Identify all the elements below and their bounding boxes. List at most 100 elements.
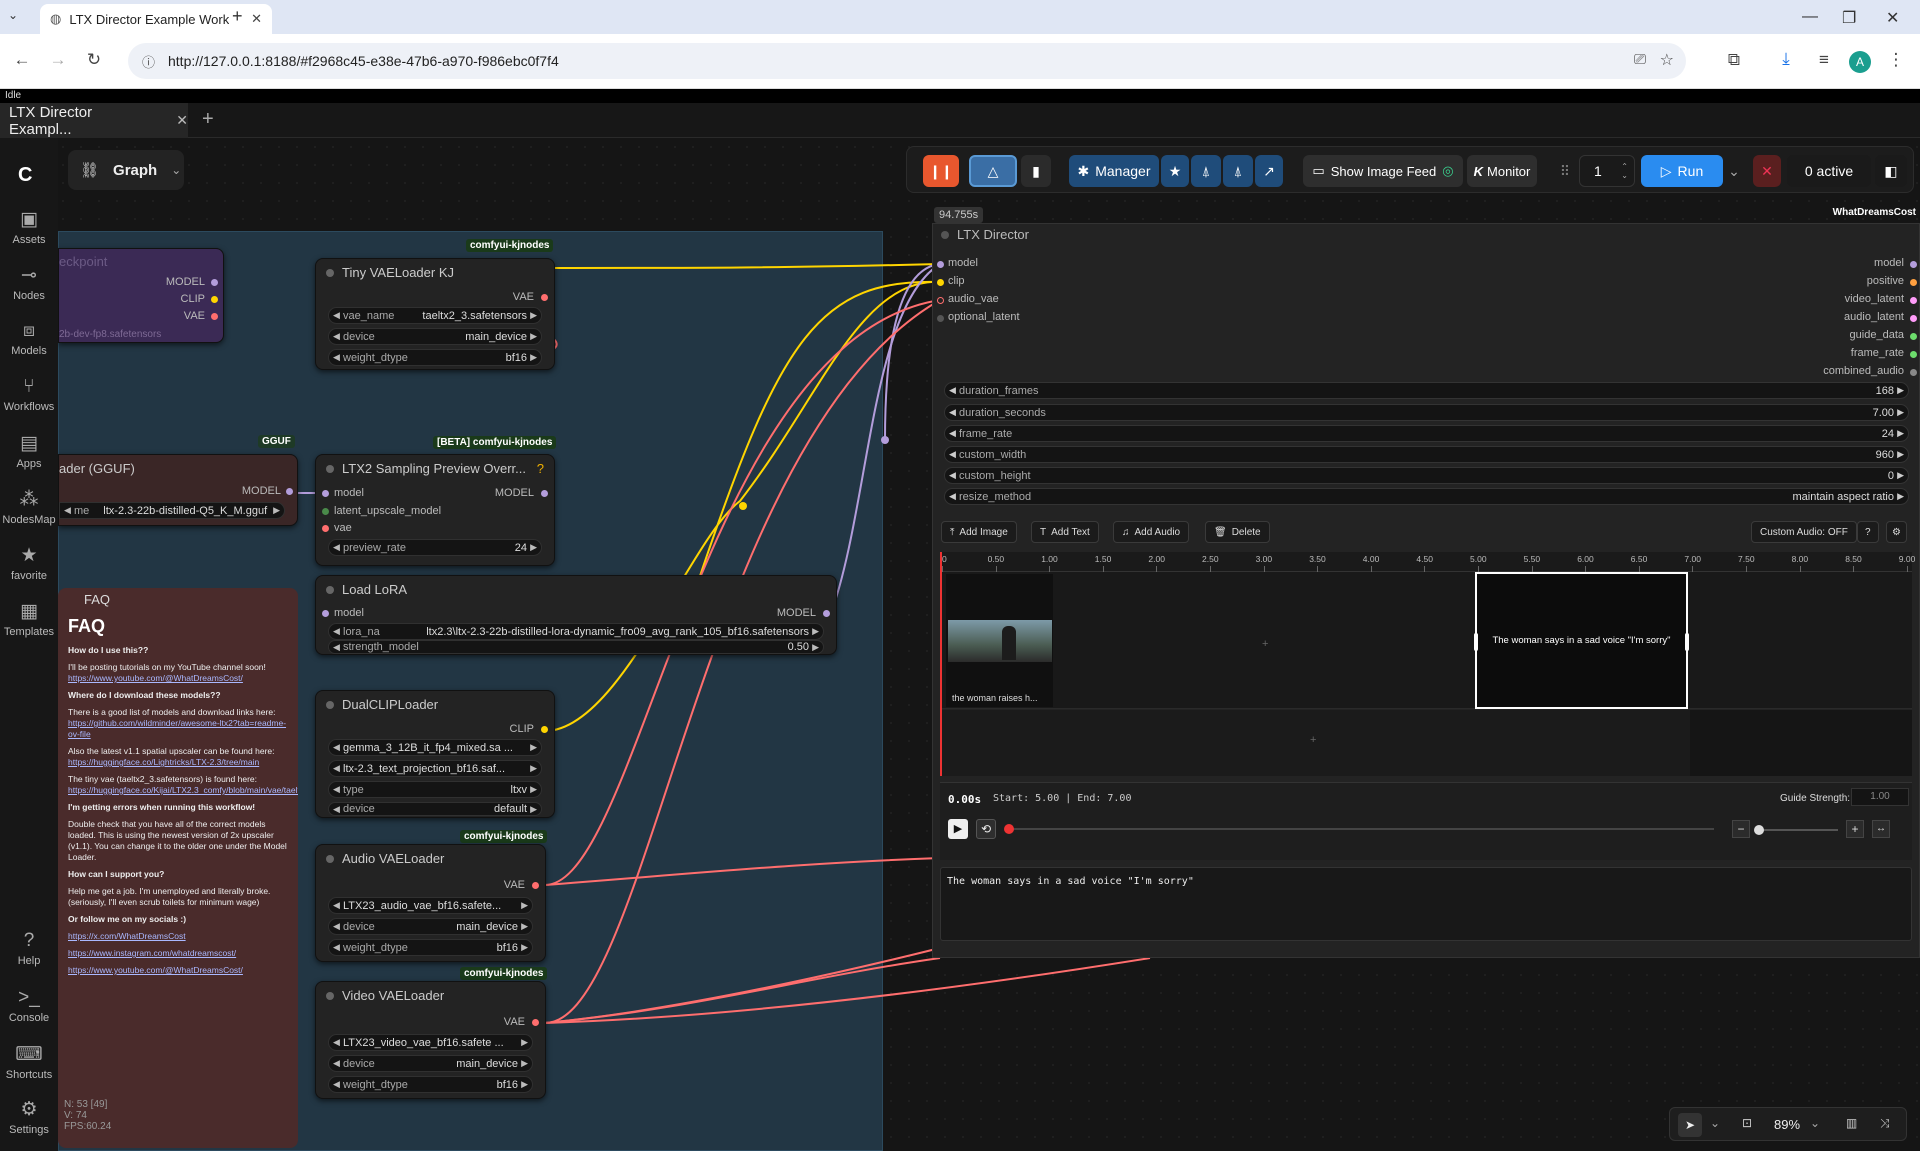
add-image-button[interactable]: ⤒ Add Image: [941, 521, 1017, 543]
restore-icon[interactable]: ❐: [1842, 8, 1856, 28]
zoom-level[interactable]: 89%: [1774, 1117, 1800, 1132]
device-widget[interactable]: devicemain_device: [328, 918, 533, 935]
bookmark-star-icon[interactable]: ☆: [1660, 50, 1674, 70]
close-icon[interactable]: ✕: [176, 112, 188, 129]
frame-rate-widget[interactable]: frame_rate24: [944, 425, 1909, 442]
zoom-out-button[interactable]: −: [1732, 820, 1750, 838]
run-button[interactable]: ▷ Run: [1641, 155, 1723, 187]
sidebar-item-apps[interactable]: ▤ Apps: [0, 432, 58, 470]
type-widget[interactable]: typeltxv: [328, 781, 542, 798]
load-lora-node[interactable]: Load LoRA model MODEL lora_naltx2.3\ltx-…: [315, 575, 837, 655]
scrub-bar[interactable]: [1008, 828, 1714, 830]
vae-output-slot[interactable]: [541, 294, 548, 301]
loop-icon[interactable]: ⟲: [976, 819, 996, 839]
audio-track[interactable]: +: [940, 710, 1912, 776]
model-output-slot[interactable]: [1910, 261, 1917, 268]
cancel-icon[interactable]: ✕: [1753, 155, 1781, 187]
new-tab-button[interactable]: +: [232, 6, 243, 27]
ltx-director-node[interactable]: LTX Director model clip audio_vae option…: [932, 223, 1920, 958]
tool-icon-2[interactable]: ⍋: [1223, 155, 1253, 187]
stepper-icon[interactable]: ⌃ ⌄: [1621, 162, 1628, 180]
play-button[interactable]: ▶: [948, 819, 968, 839]
collapse-dot[interactable]: [941, 231, 949, 239]
weight-dtype-widget[interactable]: weight_dtypebf16: [328, 1076, 533, 1093]
duration-seconds-widget[interactable]: duration_seconds7.00: [944, 404, 1909, 421]
gguf-model-slot[interactable]: [286, 488, 293, 495]
sidebar-item-workflows[interactable]: ⑂ Workflows: [0, 376, 58, 413]
video-vaeloader-node[interactable]: Video VAELoader VAE LTX23_video_vae_bf16…: [315, 981, 546, 1099]
tool-icon-1[interactable]: ⍋: [1191, 155, 1221, 187]
lora-name-widget[interactable]: lora_naltx2.3\ltx-2.3-22b-distilled-lora…: [328, 623, 824, 640]
scrub-handle[interactable]: [1004, 824, 1014, 834]
latent-input-slot[interactable]: [937, 315, 944, 322]
image-clip[interactable]: the woman raises h...: [946, 574, 1053, 707]
weight-dtype-widget[interactable]: weight_dtypebf16: [328, 349, 542, 366]
faq-link[interactable]: https://huggingface.co/Kijai/LTX2.3_comf…: [68, 785, 298, 795]
faq-link[interactable]: https://www.youtube.com/@WhatDreamsCost/: [68, 673, 243, 683]
sidebar-item-assets[interactable]: ▣ Assets: [0, 208, 58, 246]
audio-vae-name-widget[interactable]: LTX23_audio_vae_bf16.safete...: [328, 897, 533, 914]
add-workflow-button[interactable]: +: [202, 108, 214, 131]
minimize-icon[interactable]: —: [1802, 8, 1818, 26]
add-audio-icon[interactable]: +: [1310, 734, 1316, 746]
hide-links-icon[interactable]: ⤨: [1880, 1116, 1890, 1131]
sidebar-item-favorite[interactable]: ★ favorite: [0, 544, 58, 582]
sidebar-item-nodes[interactable]: ⊸ Nodes: [0, 264, 58, 302]
gguf-loader-node[interactable]: ader (GGUF) MODEL meltx-2.3-22b-distille…: [58, 454, 298, 526]
combined-audio-output-slot[interactable]: [1910, 369, 1917, 376]
prompt-textarea[interactable]: The woman says in a sad voice "I'm sorry…: [940, 867, 1912, 941]
device-widget[interactable]: devicemain_device: [328, 328, 542, 345]
custom-width-widget[interactable]: custom_width960: [944, 446, 1909, 463]
sidebar-item-models[interactable]: ⧈ Models: [0, 320, 58, 357]
add-text-button[interactable]: T Add Text: [1031, 521, 1099, 543]
video-latent-output-slot[interactable]: [1910, 297, 1917, 304]
custom-audio-toggle[interactable]: Custom Audio: OFF: [1751, 521, 1857, 543]
faq-note[interactable]: FAQ FAQ How do I use this?? I'll be post…: [58, 588, 298, 1148]
vae-input-slot[interactable]: [322, 525, 329, 532]
settings-gear-icon[interactable]: ⚙: [1886, 521, 1907, 543]
zoom-in-button[interactable]: +: [1846, 820, 1864, 838]
chevron-down-icon[interactable]: ⌄: [1810, 1116, 1820, 1130]
reload-icon[interactable]: ↻: [82, 50, 106, 70]
monitor-button[interactable]: K Monitor: [1467, 155, 1537, 187]
video-vae-name-widget[interactable]: LTX23_video_vae_bf16.safete ...: [328, 1034, 533, 1051]
faq-link[interactable]: https://x.com/WhatDreamsCost: [68, 931, 186, 941]
model-output-slot[interactable]: [823, 610, 830, 617]
frame-rate-output-slot[interactable]: [1910, 351, 1917, 358]
model-input-slot[interactable]: [322, 610, 329, 617]
sidebar-item-nodesmap[interactable]: ⁂ NodesMap: [0, 488, 58, 526]
audio-vaeloader-node[interactable]: Audio VAELoader VAE LTX23_audio_vae_bf16…: [315, 844, 546, 962]
clip-name2-widget[interactable]: ltx-2.3_text_projection_bf16.saf...: [328, 760, 542, 777]
add-keyframe-icon[interactable]: +: [1262, 638, 1268, 650]
minimap-icon[interactable]: ▥: [1846, 1116, 1857, 1130]
clip-resize-handle-right[interactable]: [1685, 633, 1689, 651]
vae-output-slot[interactable]: [532, 882, 539, 889]
audio-latent-output-slot[interactable]: [1910, 315, 1917, 322]
menu-icon[interactable]: ⋮: [1884, 50, 1908, 70]
model-input-slot[interactable]: [937, 261, 944, 268]
ltx-icon[interactable]: △: [969, 155, 1017, 187]
star-icon[interactable]: ★: [1161, 155, 1189, 187]
help-icon[interactable]: ?: [537, 461, 544, 476]
resize-method-widget[interactable]: resize_methodmaintain aspect ratio: [944, 488, 1909, 505]
timeline-ruler[interactable]: 0 0.50 1.00 1.50 2.00 2.50 3.00 3.50 4.00 4.50 5.0…: [940, 552, 1915, 572]
queue-count-input[interactable]: 1 ⌃ ⌄: [1579, 155, 1635, 187]
delete-button[interactable]: 🗑 Delete: [1205, 521, 1270, 543]
panel-toggle-icon[interactable]: ◧: [1875, 155, 1907, 187]
playhead[interactable]: [940, 552, 942, 776]
fit-view-icon[interactable]: ⊡: [1742, 1116, 1752, 1130]
checkpoint-node[interactable]: eckpoint MODEL CLIP VAE 2b-dev-fp8.safet…: [58, 248, 224, 343]
clip-name1-widget[interactable]: gemma_3_12B_it_fp4_mixed.sa ...: [328, 739, 542, 756]
vae-name-widget[interactable]: vae_nametaeltx2_3.safetensors: [328, 307, 542, 324]
graph-switcher[interactable]: ⛓ Graph ⌄: [68, 150, 184, 190]
strength-widget[interactable]: strength_model0.50: [328, 640, 824, 654]
avatar[interactable]: A: [1849, 51, 1871, 73]
extensions-icon[interactable]: ⧉: [1722, 50, 1746, 70]
weight-dtype-widget[interactable]: weight_dtypebf16: [328, 939, 533, 956]
select-tool-icon[interactable]: ➤: [1678, 1113, 1702, 1137]
drag-handle-icon[interactable]: ⠿: [1559, 155, 1571, 187]
manager-button[interactable]: ✱ Manager: [1069, 155, 1159, 187]
add-audio-button[interactable]: ♫ Add Audio: [1113, 521, 1190, 543]
sidebar-item-console[interactable]: >_ Console: [0, 987, 58, 1024]
window-close-icon[interactable]: ✕: [1886, 8, 1899, 28]
